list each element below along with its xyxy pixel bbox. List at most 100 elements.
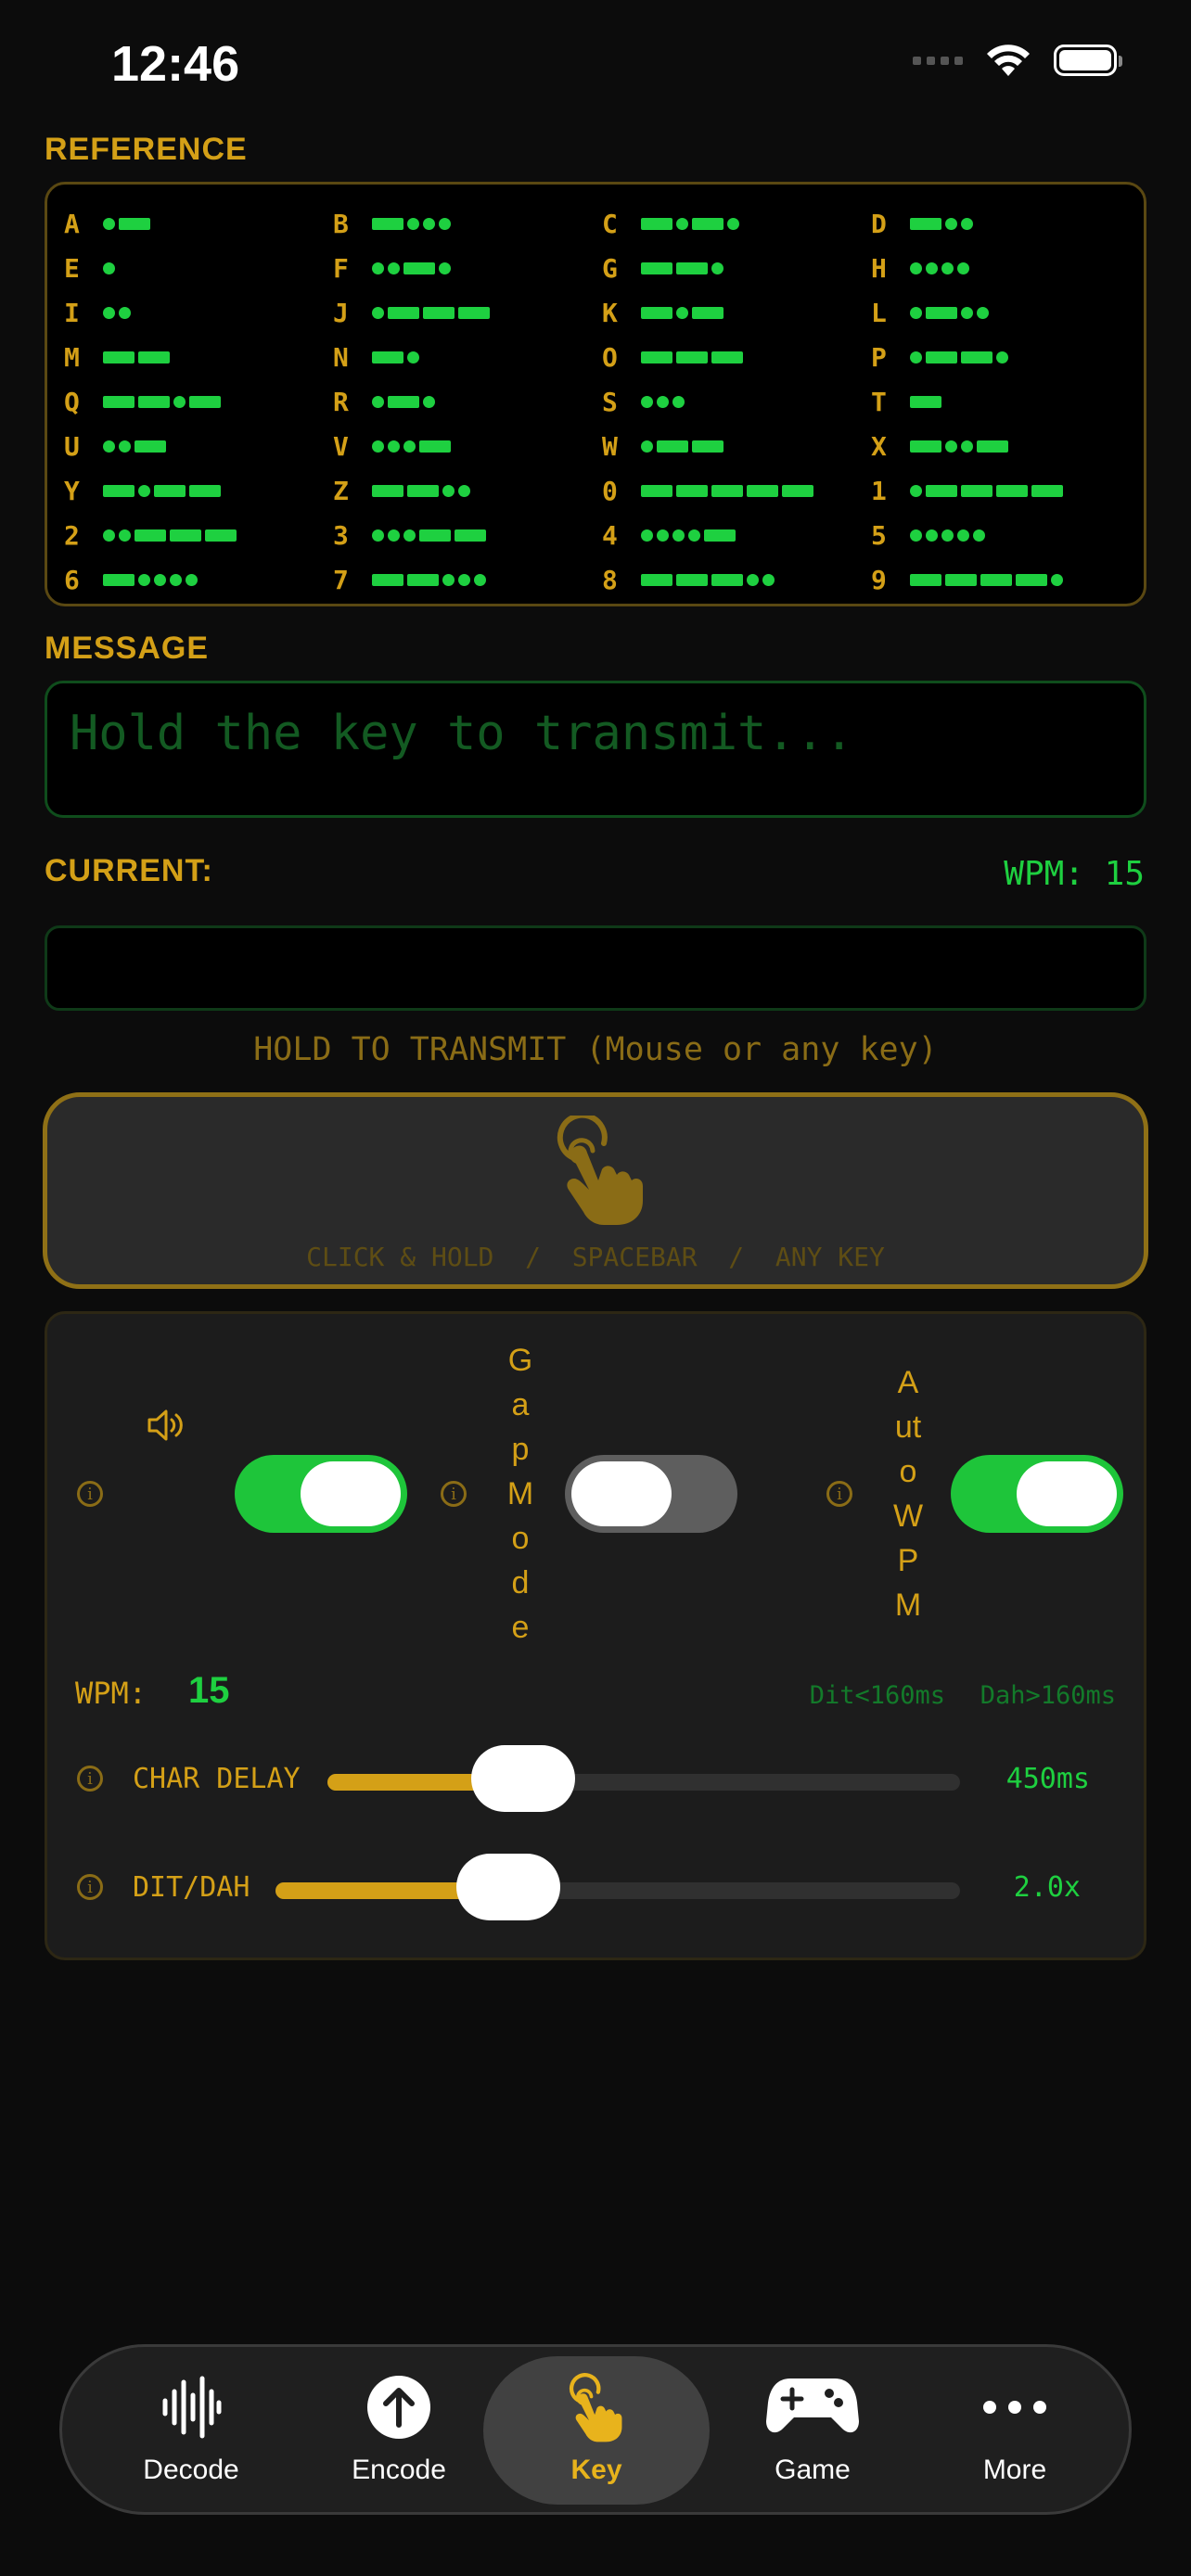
morse-dot xyxy=(403,529,416,542)
dit-dah-slider-thumb[interactable] xyxy=(455,1854,560,1920)
morse-dash xyxy=(407,484,439,497)
auto-wpm-info-icon[interactable] xyxy=(826,1481,852,1507)
morse-dash xyxy=(996,484,1028,497)
reference-item: 9 xyxy=(871,557,1140,602)
morse-dash xyxy=(657,440,688,453)
morse-dash xyxy=(704,529,736,542)
reference-char: 8 xyxy=(602,564,618,595)
auto-wpm-toggle[interactable] xyxy=(951,1455,1123,1533)
morse-dot xyxy=(407,217,419,230)
morse-code xyxy=(910,573,1063,586)
morse-dot xyxy=(119,440,131,453)
status-time: 12:46 xyxy=(111,36,240,92)
morse-dash xyxy=(676,573,708,586)
morse-dot xyxy=(762,573,775,586)
ellipsis-icon xyxy=(983,2401,1046,2414)
morse-dash xyxy=(910,395,941,408)
reference-char: 4 xyxy=(602,519,618,551)
reference-char: G xyxy=(602,252,618,284)
morse-dash xyxy=(692,440,724,453)
tab-more[interactable]: More xyxy=(908,2347,1121,2512)
morse-dash xyxy=(103,573,134,586)
gap-mode-info-icon[interactable] xyxy=(441,1481,467,1507)
reference-char: I xyxy=(64,297,80,328)
reference-char: D xyxy=(871,208,887,239)
morse-dot xyxy=(388,529,400,542)
morse-code xyxy=(103,306,131,319)
morse-code xyxy=(641,306,724,319)
label-segment: p xyxy=(511,1432,530,1467)
morse-dash xyxy=(641,306,672,319)
morse-dash xyxy=(676,261,708,274)
morse-dash xyxy=(419,529,451,542)
morse-code xyxy=(103,351,170,363)
reference-item: T xyxy=(871,379,1140,424)
reference-item: H xyxy=(871,246,1140,290)
char-delay-slider-thumb[interactable] xyxy=(471,1745,576,1812)
sound-toggle[interactable] xyxy=(235,1455,407,1533)
dit-dah-slider[interactable] xyxy=(275,1854,960,1920)
morse-dash xyxy=(458,306,490,319)
morse-dash xyxy=(961,484,992,497)
reference-char: L xyxy=(871,297,887,328)
morse-dot xyxy=(439,261,451,274)
char-delay-info-icon[interactable] xyxy=(77,1766,103,1792)
waveform-icon xyxy=(162,2376,222,2439)
dit-dah-info-icon[interactable] xyxy=(77,1874,103,1900)
reference-char: 3 xyxy=(333,519,349,551)
reference-item: M xyxy=(64,335,333,379)
morse-dot xyxy=(154,573,166,586)
wpm-value: 15 xyxy=(188,1670,230,1711)
message-title: MESSAGE xyxy=(45,631,210,666)
morse-dot xyxy=(961,306,973,319)
morse-dash xyxy=(189,484,221,497)
label-segment: G xyxy=(507,1343,533,1378)
morse-dot xyxy=(641,440,653,453)
sound-info-icon[interactable] xyxy=(77,1481,103,1507)
reference-char: 5 xyxy=(871,519,887,551)
reference-item: 2 xyxy=(64,513,333,557)
morse-dash xyxy=(641,351,672,363)
message-field[interactable]: Hold the key to transmit... xyxy=(45,681,1146,818)
gap-mode-toggle[interactable] xyxy=(565,1455,737,1533)
tab-decode[interactable]: Decode xyxy=(84,2347,298,2512)
morse-dash xyxy=(641,484,672,497)
morse-dot xyxy=(961,217,973,230)
morse-dot xyxy=(1051,573,1063,586)
morse-dot xyxy=(676,217,688,230)
reference-item: 3 xyxy=(333,513,602,557)
morse-dot xyxy=(961,440,973,453)
morse-dash xyxy=(372,573,403,586)
char-delay-value: 450ms xyxy=(1005,1763,1090,1795)
morse-dash xyxy=(641,217,672,230)
morse-dash xyxy=(419,440,451,453)
tab-key[interactable]: Key xyxy=(483,2356,710,2505)
reference-char: O xyxy=(602,341,618,373)
morse-dash xyxy=(103,484,134,497)
tab-game[interactable]: Game xyxy=(706,2347,919,2512)
char-delay-slider[interactable] xyxy=(327,1745,960,1812)
reference-char: W xyxy=(602,430,618,462)
morse-dot xyxy=(103,306,115,319)
transmit-key-button[interactable]: CLICK & HOLD / SPACEBAR / ANY KEY xyxy=(43,1092,1148,1289)
morse-code xyxy=(372,306,490,319)
label-segment: o xyxy=(899,1454,917,1489)
label-segment: M xyxy=(894,1588,922,1623)
morse-dot xyxy=(423,217,435,230)
morse-code xyxy=(910,440,1008,453)
morse-dot xyxy=(941,261,954,274)
tab-encode[interactable]: Encode xyxy=(292,2347,506,2512)
reference-item: J xyxy=(333,290,602,335)
morse-dash xyxy=(980,573,1012,586)
reference-item: N xyxy=(333,335,602,379)
reference-char: E xyxy=(64,252,80,284)
morse-code xyxy=(641,217,739,230)
reference-char: N xyxy=(333,341,349,373)
morse-dash xyxy=(134,529,166,542)
morse-code xyxy=(641,573,775,586)
morse-dot xyxy=(977,306,989,319)
morse-dot xyxy=(926,529,938,542)
morse-code xyxy=(103,217,150,230)
morse-dot xyxy=(388,440,400,453)
morse-dash xyxy=(692,217,724,230)
